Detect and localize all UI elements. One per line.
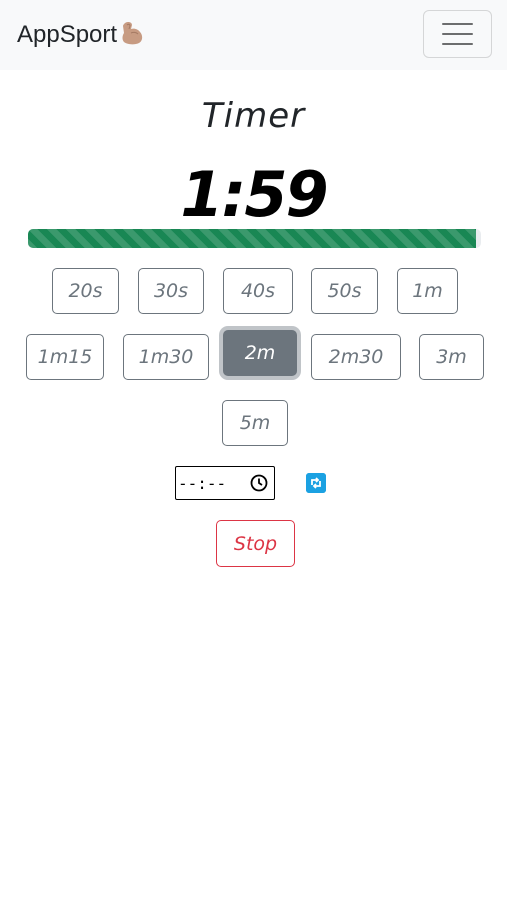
refresh-icon[interactable]: [306, 473, 326, 493]
preset-button-3m[interactable]: 3m: [419, 334, 484, 380]
preset-button-1m30[interactable]: 1m30: [123, 334, 209, 380]
progress-fill: [28, 229, 477, 248]
preset-button-20s[interactable]: 20s: [52, 268, 119, 314]
preset-button-5m[interactable]: 5m: [222, 400, 288, 446]
preset-button-50s[interactable]: 50s: [311, 268, 378, 314]
time-input-value: --:--: [178, 474, 227, 493]
clock-icon[interactable]: [250, 474, 268, 492]
stop-button[interactable]: Stop: [216, 520, 295, 567]
navbar: AppSport: [0, 0, 507, 70]
preset-button-40s[interactable]: 40s: [223, 268, 293, 314]
preset-button-30s[interactable]: 30s: [138, 268, 204, 314]
timer-title: Timer: [201, 96, 306, 136]
hamburger-menu-icon: [442, 23, 473, 45]
flexed-biceps-icon: [122, 21, 143, 45]
preset-button-1m[interactable]: 1m: [397, 268, 458, 314]
progress-track: [28, 229, 481, 248]
navbar-toggler-button[interactable]: [423, 10, 492, 58]
preset-button-2m[interactable]: 2m: [223, 330, 297, 376]
preset-button-1m15[interactable]: 1m15: [26, 334, 104, 380]
custom-time-input[interactable]: --:--: [175, 466, 275, 500]
time-display: 1:59: [180, 158, 328, 231]
brand[interactable]: AppSport: [17, 20, 145, 49]
preset-button-2m30[interactable]: 2m30: [311, 334, 401, 380]
brand-label: AppSport: [17, 21, 118, 48]
